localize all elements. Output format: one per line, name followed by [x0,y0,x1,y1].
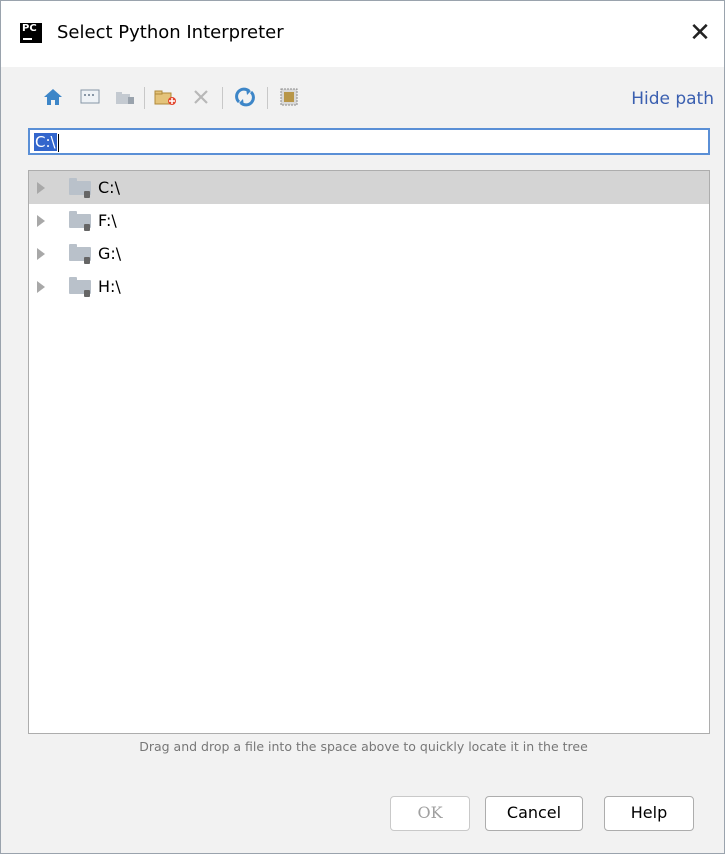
expand-arrow-icon[interactable] [37,215,45,227]
expand-arrow-icon[interactable] [37,182,45,194]
desktop-icon[interactable] [78,85,102,109]
tree-row-label: H:\ [98,277,121,296]
refresh-icon[interactable] [233,85,257,109]
project-folder-icon[interactable] [113,85,137,109]
pycharm-app-icon: PC [20,23,42,43]
tree-row-label: F:\ [98,211,117,230]
drag-drop-hint: Drag and drop a file into the space abov… [139,739,588,754]
app-icon-text: PC [22,23,37,34]
expand-arrow-icon[interactable] [37,248,45,260]
cancel-button[interactable]: Cancel [485,796,583,831]
tree-row[interactable]: G:\ [29,237,709,270]
lock-icon [84,257,90,264]
show-hidden-icon[interactable] [277,85,301,109]
new-folder-icon[interactable] [154,85,178,109]
path-input[interactable]: C:\ [28,128,710,155]
lock-icon [84,191,90,198]
tree-row[interactable]: C:\ [29,171,709,204]
path-input-value: C:\ [34,133,57,151]
tree-row-label: G:\ [98,244,122,263]
file-tree[interactable]: C:\ F:\ G:\ H:\ [28,170,710,734]
home-icon[interactable] [41,85,65,109]
tree-row[interactable]: H:\ [29,270,709,303]
close-icon[interactable]: ✕ [682,15,718,51]
window-title: Select Python Interpreter [57,22,284,43]
hide-path-link[interactable]: Hide path [631,89,714,109]
title-bar: PC Select Python Interpreter ✕ [1,1,724,67]
lock-icon [84,290,90,297]
expand-arrow-icon[interactable] [37,281,45,293]
tree-row-label: C:\ [98,178,120,197]
tree-row[interactable]: F:\ [29,204,709,237]
ok-button[interactable]: OK [390,796,470,831]
lock-icon [84,224,90,231]
help-button[interactable]: Help [604,796,694,831]
delete-icon[interactable] [189,85,213,109]
select-interpreter-dialog: PC Select Python Interpreter ✕ Hide path [0,0,725,854]
